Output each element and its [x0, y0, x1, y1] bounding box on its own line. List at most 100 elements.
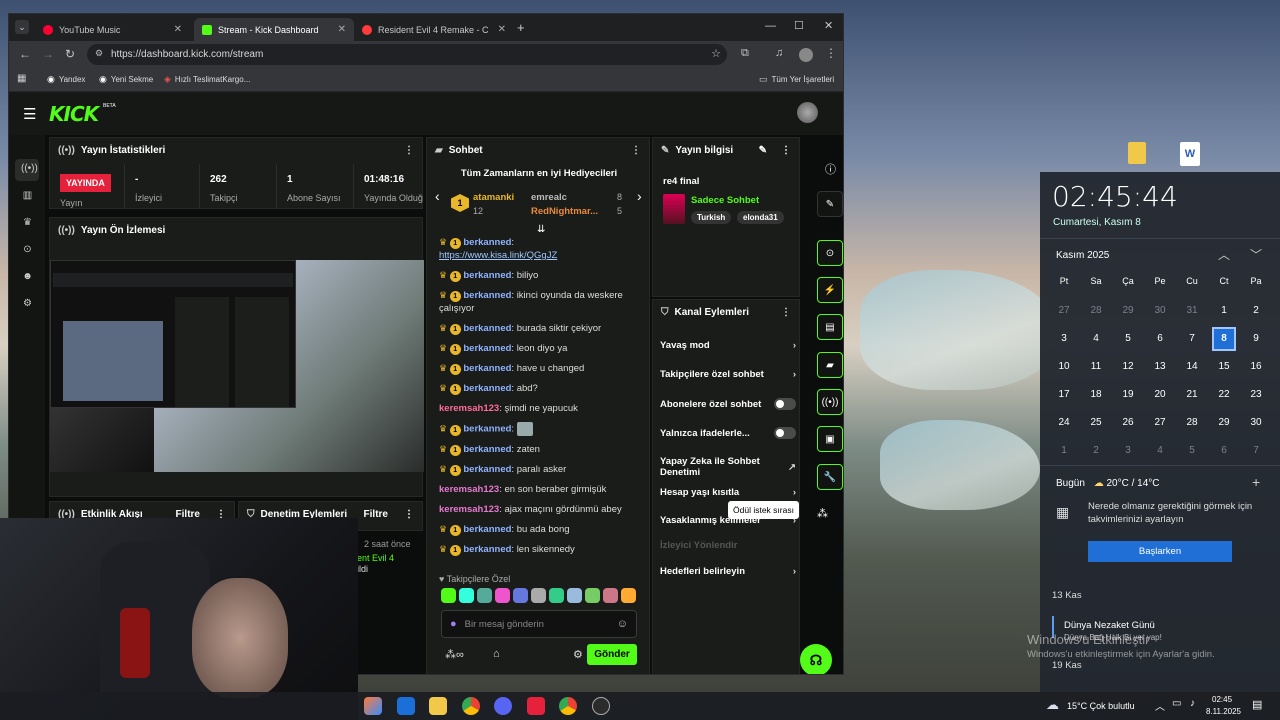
- calendar-day[interactable]: 23: [1240, 386, 1272, 404]
- bookmark-new-tab[interactable]: ◉ Yeni Sekme: [99, 74, 153, 85]
- calendar-day[interactable]: 7: [1176, 330, 1208, 348]
- channel-action-item[interactable]: Yapay Zeka ile Sohbet Denetimi ↗: [660, 456, 796, 478]
- minimize-icon[interactable]: —: [765, 20, 776, 32]
- channel-points-icon[interactable]: ⁂∞: [445, 648, 464, 661]
- calendar-day[interactable]: 2: [1240, 302, 1272, 320]
- rail-clips-button[interactable]: ▣: [817, 426, 843, 452]
- chat-username[interactable]: berkanned: [463, 524, 511, 535]
- webtoon-icon[interactable]: [527, 697, 545, 715]
- all-bookmarks[interactable]: ▭ Tüm Yer İşaretleri: [759, 74, 834, 85]
- taskbar-time[interactable]: 02:45: [1212, 695, 1232, 704]
- bookmark-star-icon[interactable]: ☆: [711, 47, 721, 60]
- analytics-icon[interactable]: ▥: [21, 190, 34, 203]
- emote-icon[interactable]: [513, 588, 528, 603]
- more-options-icon[interactable]: ⋮: [781, 307, 791, 318]
- calendar-day[interactable]: 19: [1112, 386, 1144, 404]
- chat-input-box[interactable]: ● Bir mesaj gönderin ☺: [441, 610, 637, 638]
- rail-moderation-button[interactable]: ⊙: [817, 240, 843, 266]
- back-arrow-icon[interactable]: ←: [19, 47, 31, 61]
- calendar-day[interactable]: 31: [1176, 302, 1208, 320]
- copilot-icon[interactable]: [364, 697, 382, 715]
- calendar-day[interactable]: 11: [1080, 358, 1112, 376]
- tab-kick-dashboard[interactable]: Stream - Kick Dashboard ✕: [194, 18, 354, 41]
- tab-search-chevron-icon[interactable]: ⌄: [15, 20, 29, 34]
- category-name[interactable]: Sadece Sohbet: [691, 195, 759, 206]
- moderation-icon[interactable]: ⊙: [21, 244, 34, 257]
- emote-icon[interactable]: [603, 588, 618, 603]
- calendar-day[interactable]: 27: [1048, 302, 1080, 320]
- calendar-day[interactable]: 3: [1112, 442, 1144, 460]
- rail-tools-button[interactable]: 🔧: [817, 464, 843, 490]
- calendar-day[interactable]: 26: [1112, 414, 1144, 432]
- channel-action-item[interactable]: Yalnızca ifadelerle...: [660, 427, 796, 439]
- store-icon[interactable]: ⌂: [493, 648, 500, 660]
- more-options-icon[interactable]: ⋮: [631, 145, 641, 156]
- calendar-day[interactable]: 2: [1080, 442, 1112, 460]
- chat-username[interactable]: berkanned: [463, 444, 511, 455]
- community-icon[interactable]: ☻: [21, 271, 34, 284]
- more-options-icon[interactable]: ⋮: [404, 509, 414, 520]
- gifter-name[interactable]: atamanki: [473, 192, 514, 203]
- chat-username[interactable]: berkanned: [463, 464, 511, 475]
- calendar-day[interactable]: 3: [1048, 330, 1080, 348]
- browser-menu-icon[interactable]: ⋮: [825, 46, 837, 60]
- chat-username[interactable]: berkanned: [463, 343, 511, 354]
- file-explorer-icon[interactable]: [429, 697, 447, 715]
- filter-button[interactable]: Filtre: [364, 509, 388, 520]
- close-tab-icon[interactable]: ✕: [174, 24, 182, 35]
- close-tab-icon[interactable]: ✕: [498, 24, 506, 35]
- close-tab-icon[interactable]: ✕: [338, 24, 346, 35]
- channel-action-item[interactable]: Hedefleri belirleyin ›: [660, 566, 796, 577]
- trophy-icon[interactable]: ♛: [21, 217, 34, 230]
- outlook-icon[interactable]: [397, 697, 415, 715]
- tab-youtube-music[interactable]: YouTube Music ✕: [35, 18, 190, 41]
- site-settings-icon[interactable]: ⚙: [95, 48, 103, 59]
- stream-preview-video[interactable]: [50, 260, 424, 472]
- stream-broadcast-icon[interactable]: ((•)): [21, 163, 38, 176]
- chat-username[interactable]: berkanned: [463, 290, 511, 301]
- profile-avatar[interactable]: [799, 48, 813, 62]
- calendar-day[interactable]: 16: [1240, 358, 1272, 376]
- get-started-button[interactable]: Başlarken: [1088, 541, 1232, 562]
- bookmark-kargo[interactable]: ◈ Hızlı TeslimatKargo...: [164, 74, 250, 85]
- calendar-day[interactable]: 4: [1080, 330, 1112, 348]
- taskbar-weather[interactable]: 15°C Çok bulutlu: [1067, 701, 1135, 711]
- calendar-day[interactable]: 24: [1048, 414, 1080, 432]
- emote-icon[interactable]: [459, 588, 474, 603]
- close-window-icon[interactable]: ✕: [824, 19, 833, 32]
- extensions-icon[interactable]: ⧉: [741, 47, 749, 60]
- toggle-switch[interactable]: [774, 427, 796, 439]
- scroll-to-latest-icon[interactable]: ⇊: [537, 224, 545, 235]
- chat-username[interactable]: berkanned: [463, 270, 511, 281]
- emote-icon[interactable]: [477, 588, 492, 603]
- chevron-left-icon[interactable]: ‹: [435, 188, 440, 204]
- chat-username[interactable]: berkanned: [463, 323, 511, 334]
- chat-settings-icon[interactable]: ⚙: [573, 648, 583, 661]
- chat-username[interactable]: berkanned: [463, 544, 511, 555]
- chat-username[interactable]: keremsah123: [439, 504, 499, 515]
- chat-username[interactable]: keremsah123: [439, 403, 499, 414]
- calendar-day[interactable]: 4: [1144, 442, 1176, 460]
- calendar-day[interactable]: 5: [1112, 330, 1144, 348]
- calendar-day[interactable]: 27: [1144, 414, 1176, 432]
- settings-gear-icon[interactable]: ⚙: [21, 298, 34, 311]
- calendar-day[interactable]: 22: [1208, 386, 1240, 404]
- user-avatar[interactable]: [797, 102, 818, 123]
- reward-queue-icon[interactable]: ⁂: [817, 507, 828, 520]
- chevron-down-icon[interactable]: ﹀: [1250, 246, 1262, 263]
- emote-icon[interactable]: [531, 588, 546, 603]
- calendar-day[interactable]: 29: [1112, 302, 1144, 320]
- chevron-up-icon[interactable]: ︿: [1218, 246, 1230, 263]
- edit-layout-button[interactable]: ✎: [817, 191, 843, 217]
- more-options-icon[interactable]: ⋮: [781, 145, 791, 156]
- hamburger-menu-icon[interactable]: ☰: [23, 105, 36, 123]
- rail-notes-button[interactable]: ▤: [817, 314, 843, 340]
- tab-resident-evil[interactable]: Resident Evil 4 Remake - Credit ✕: [354, 18, 514, 41]
- edit-pencil-icon[interactable]: ✎: [759, 145, 767, 156]
- reload-icon[interactable]: ↻: [65, 47, 75, 61]
- address-bar[interactable]: ⚙ https://dashboard.kick.com/stream ☆: [87, 44, 727, 65]
- kick-logo[interactable]: KICK: [49, 102, 99, 126]
- channel-action-item[interactable]: Abonelere özel sohbet: [660, 398, 796, 410]
- add-event-plus-icon[interactable]: +: [1252, 474, 1260, 490]
- emote-icon[interactable]: [567, 588, 582, 603]
